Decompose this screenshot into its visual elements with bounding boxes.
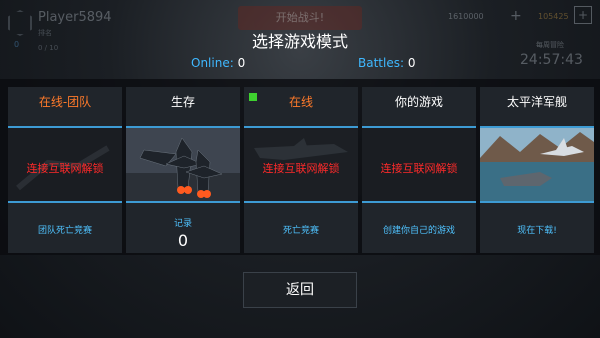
back-button[interactable]: 返回 [243,272,357,308]
mode-card-your-game[interactable]: 你的游戏 连接互联网解锁 创建你自己的游戏 [362,87,476,253]
mode-card-online[interactable]: 在线 连接互联网解锁 死亡竞赛 [244,87,358,253]
battles-value: 0 [407,56,416,70]
download-link[interactable]: 现在下载! [480,223,594,236]
weekly-timer: 24:57:43 [520,52,583,68]
card-divider [362,201,476,203]
online-label: Online: [191,56,234,70]
mode-title: 在线-团队 [38,95,92,109]
start-battle-button: 开始战斗! [238,6,362,30]
silver-currency: 1610000 [448,12,484,21]
mode-title: 你的游戏 [394,95,443,109]
card-divider [126,201,240,203]
player-name: Player5894 [38,10,112,25]
lock-message: 连接互联网解锁 [26,162,104,175]
mode-image-jets [126,128,240,201]
lock-message: 连接互联网解锁 [380,162,458,175]
mode-subtitle: 创建你自己的游戏 [382,226,455,236]
mode-subtitle: 团队死亡竞赛 [37,226,92,236]
battles-stat: Battles: 0 [358,56,415,70]
lock-message: 连接互联网解锁 [262,162,340,175]
mode-card-pacific-warships[interactable]: 太平洋军舰 现在下载! [480,87,594,253]
record-label: 记录 [173,219,192,229]
mode-image-locked: 连接互联网解锁 [8,128,122,201]
mode-card-online-team[interactable]: 在线-团队 连接互联网解锁 团队死亡竞赛 [8,87,122,253]
mode-title: 在线 [288,95,313,109]
mode-card-survival[interactable]: 生存 记录 0 [126,87,240,253]
add-gold-icon: + [574,6,592,24]
record-value: 0 [177,231,189,250]
mode-image-warships [480,128,594,201]
online-value: 0 [237,56,246,70]
mode-title: 生存 [170,95,195,109]
add-silver-icon: + [510,8,522,24]
mode-image-locked: 连接互联网解锁 [244,128,358,201]
mode-subtitle: 死亡竞赛 [282,226,319,236]
battles-label: Battles: [358,56,405,70]
online-stat: Online: 0 [191,56,245,70]
gold-currency: 105425 [538,12,569,21]
card-divider [480,201,594,203]
mode-image-locked: 连接互联网解锁 [362,128,476,201]
mode-title: 太平洋军舰 [506,95,567,109]
page-title: 选择游戏模式 [251,32,348,51]
card-divider [8,201,122,203]
card-divider [244,201,358,203]
